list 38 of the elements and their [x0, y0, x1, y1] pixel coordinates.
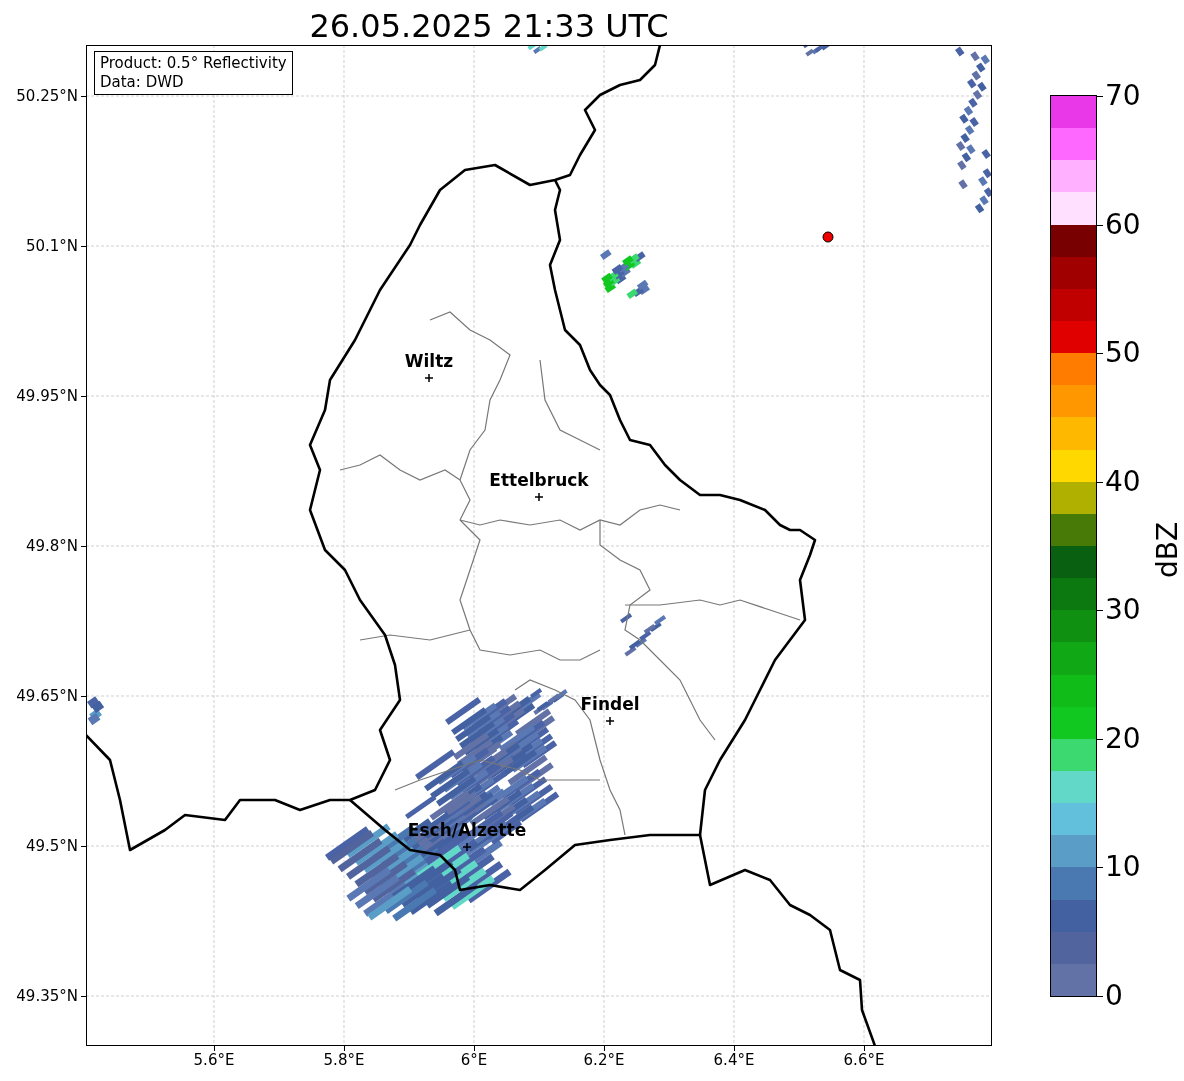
latitude-label: 49.5°N: [24, 837, 78, 855]
radar-echo: [802, 46, 830, 57]
longitude-label: 5.6°E: [192, 1051, 236, 1069]
colorbar-tick-label: 40: [1105, 465, 1141, 498]
city-label: Findel: [580, 694, 640, 714]
colorbar-tick-label: 20: [1105, 722, 1141, 755]
latitude-label: 49.35°N: [15, 987, 78, 1005]
colorbar-label: dBZ: [1150, 520, 1184, 580]
colorbar-tick-label: 0: [1105, 980, 1123, 1012]
radar-echo: [620, 613, 667, 657]
chart-title: 26.05.2025 21:33 UTC: [308, 6, 670, 46]
info-text: Product: 0.5° Reflectivity: [100, 54, 287, 73]
colorbar-tick-label: 60: [1105, 208, 1141, 241]
latitude-label: 49.8°N: [24, 537, 78, 555]
latitude-label: 50.1°N: [24, 237, 78, 255]
longitude-label: 6.6°E: [842, 1051, 886, 1069]
city-marker-icon: [424, 373, 434, 383]
longitude-label: 6.2°E: [582, 1051, 626, 1069]
latitude-label: 50.25°N: [15, 87, 78, 105]
radar-site-marker: [822, 231, 834, 243]
city-marker-icon: [605, 716, 615, 726]
colorbar-tick-label: 50: [1105, 337, 1141, 370]
city-marker-icon: [462, 842, 472, 852]
radar-echo: [600, 249, 651, 300]
latitude-label: 49.65°N: [15, 687, 78, 705]
colorbar-tick-label: 10: [1105, 851, 1141, 884]
info-text: Data: DWD: [100, 73, 185, 92]
longitude-label: 5.8°E: [322, 1051, 366, 1069]
longitude-label: 6°E: [459, 1051, 489, 1069]
radar-echo: [527, 46, 548, 54]
radar-echo: [87, 696, 105, 726]
city-label: Wiltz: [404, 351, 454, 371]
colorbar-tick-label: 70: [1105, 80, 1141, 112]
latitude-label: 49.95°N: [15, 387, 78, 405]
city-marker-icon: [534, 492, 544, 502]
colorbar-tick-label: 30: [1105, 594, 1141, 627]
longitude-label: 6.4°E: [712, 1051, 756, 1069]
city-label: Ettelbruck: [489, 470, 589, 490]
